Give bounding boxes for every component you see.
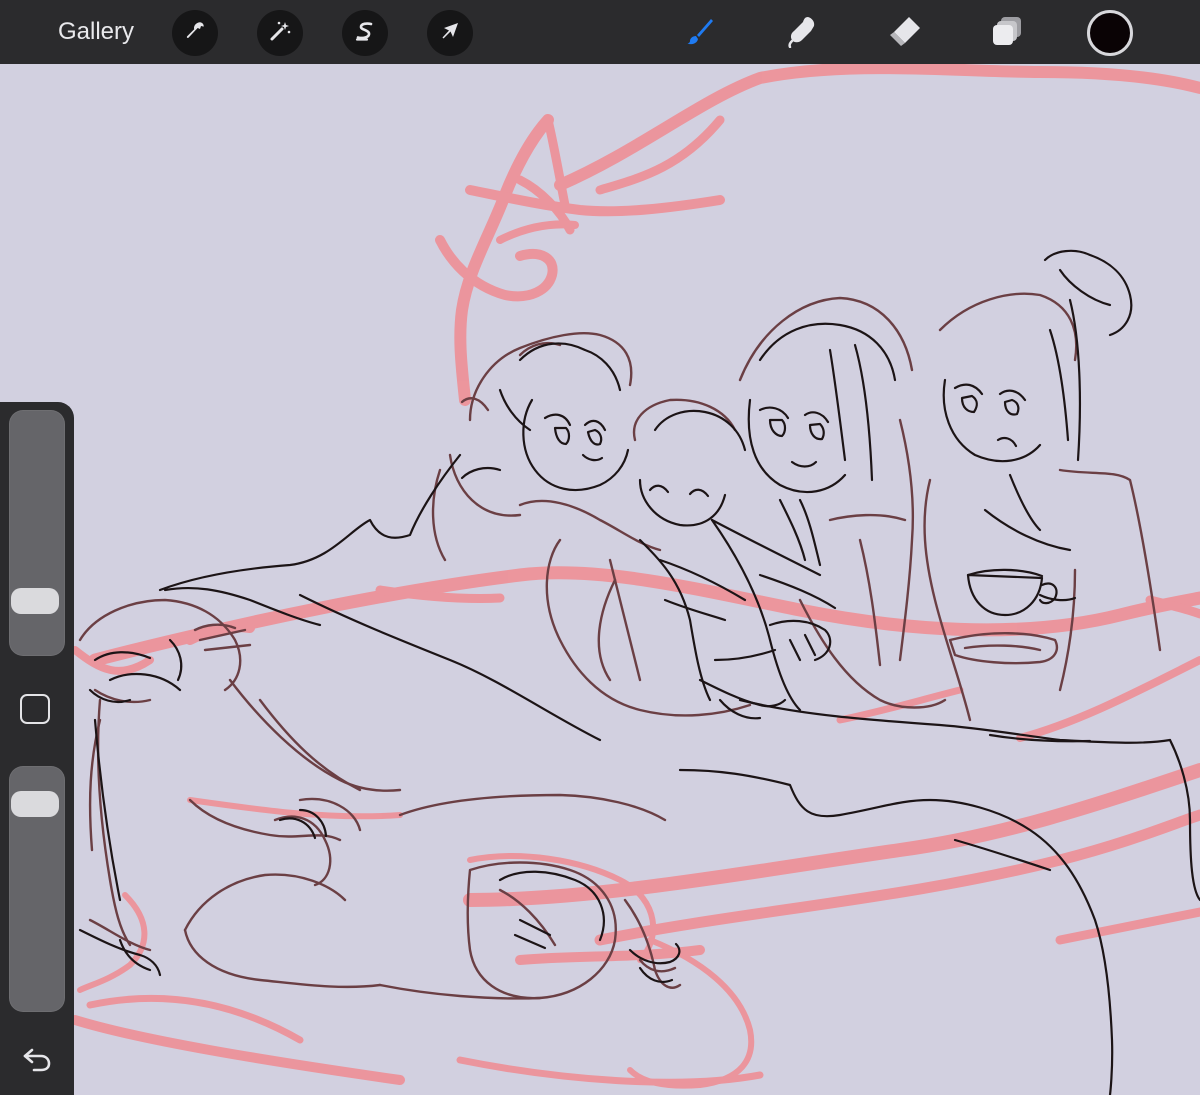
smudge-finger-icon: [786, 14, 820, 53]
selection-s-icon: [353, 19, 377, 48]
adjustments-button[interactable]: [257, 10, 303, 56]
drawing-canvas[interactable]: [0, 64, 1200, 1095]
eraser-icon: [887, 13, 923, 54]
opacity-thumb[interactable]: [11, 791, 59, 818]
top-toolbar: Gallery: [0, 0, 1200, 64]
brush-tool-button[interactable]: [677, 10, 723, 56]
undo-arrow-icon: [21, 1047, 53, 1078]
actions-button[interactable]: [172, 10, 218, 56]
sidebar: [0, 402, 74, 1095]
smudge-tool-button[interactable]: [780, 10, 826, 56]
brush-icon: [685, 16, 715, 51]
layers-button[interactable]: [984, 10, 1030, 56]
arrow-cursor-icon: [438, 19, 462, 48]
procreate-app: Gallery: [0, 0, 1200, 1095]
gallery-button[interactable]: Gallery: [58, 14, 134, 50]
brush-size-thumb[interactable]: [11, 587, 59, 614]
eraser-tool-button[interactable]: [882, 10, 928, 56]
modify-button[interactable]: [20, 694, 50, 724]
color-picker-button[interactable]: [1087, 10, 1133, 56]
opacity-slider[interactable]: [9, 766, 65, 1012]
selection-button[interactable]: [342, 10, 388, 56]
brush-size-slider[interactable]: [9, 410, 65, 656]
transform-button[interactable]: [427, 10, 473, 56]
magic-wand-icon: [267, 18, 293, 49]
wrench-icon: [183, 19, 207, 48]
layers-icon: [989, 13, 1025, 54]
undo-button[interactable]: [17, 1044, 57, 1080]
